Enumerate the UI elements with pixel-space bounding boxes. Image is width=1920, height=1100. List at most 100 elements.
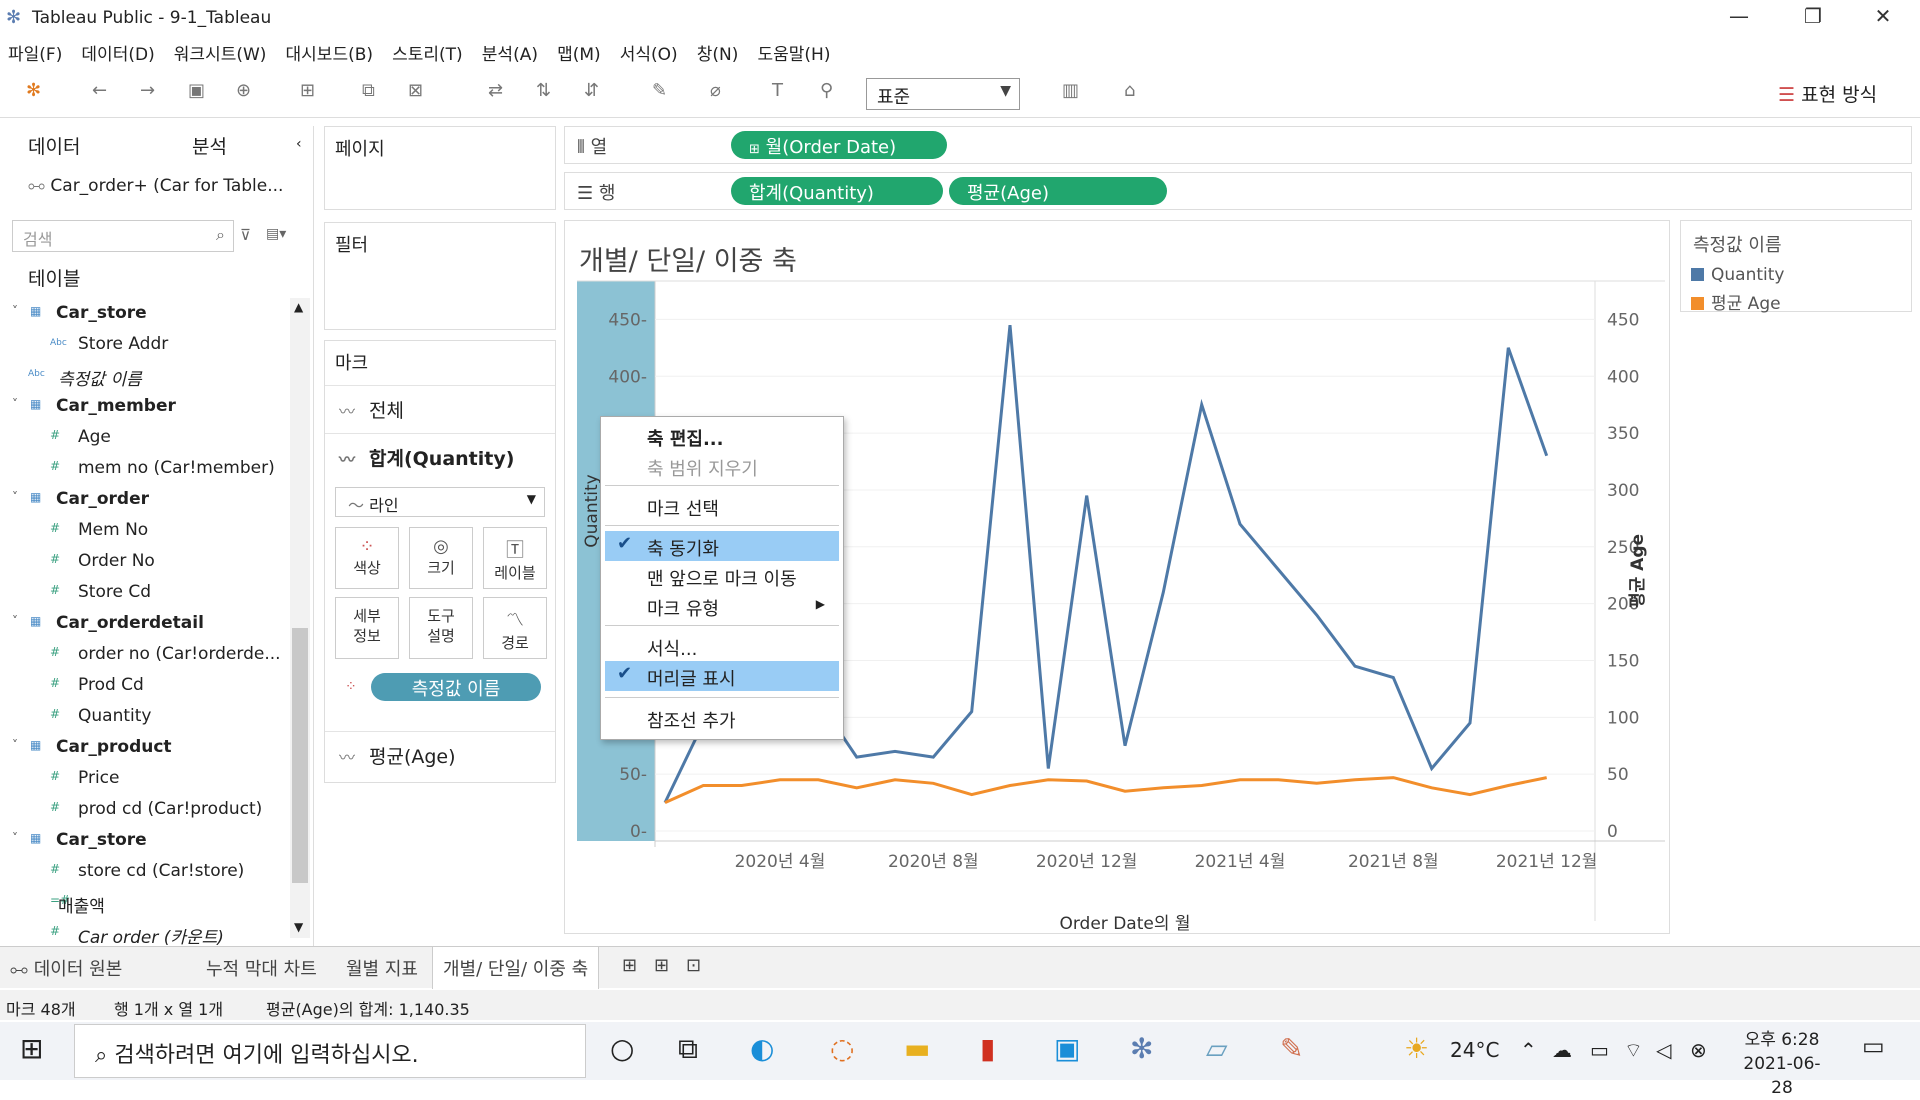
chevron-up-icon[interactable]: ⌃ [1520, 1038, 1537, 1062]
highlight-icon[interactable]: ✎ [652, 80, 667, 101]
fit-select[interactable]: 표준 ▼ [866, 78, 1020, 110]
label-button[interactable]: 🅃 레이블 [483, 527, 547, 589]
tab-datasource[interactable]: ⧟ 데이터 원본 [10, 955, 122, 981]
menu-item-synchronize-axis[interactable]: ✔ 축 동기화 [605, 531, 839, 561]
new-dashboard-tab-icon[interactable]: ⊞ [654, 955, 669, 976]
swap-icon[interactable]: ⇄ [488, 80, 503, 101]
filters-shelf[interactable]: 필터 [324, 222, 556, 330]
sort-asc-icon[interactable]: ⇅ [536, 80, 551, 101]
filter-icon[interactable]: ⊽ [240, 226, 251, 244]
view-options-icon[interactable]: ▤▾ [266, 226, 286, 242]
mute-icon[interactable]: ⊗ [1690, 1038, 1707, 1062]
columns-shelf[interactable]: ⦀ 열 ⊞ 월(Order Date) [564, 126, 1912, 164]
tab-data[interactable]: 데이터 [28, 132, 80, 159]
present-mode-icon[interactable]: ⌂ [1124, 80, 1135, 101]
tableau-home-icon[interactable]: ✻ [26, 80, 41, 101]
chevron-down-icon[interactable]: ˅ [12, 397, 18, 411]
datasource-item[interactable]: ⧟ Car_order+ (Car for Table... [28, 176, 298, 196]
size-button[interactable]: ◎ 크기 [409, 527, 473, 589]
label-icon[interactable]: T [772, 80, 783, 101]
field-item[interactable]: =# 매출액 [0, 887, 290, 918]
tableau-taskbar-icon[interactable]: ✻ [1130, 1032, 1153, 1065]
field-item[interactable]: # prod cd (Car!product) [0, 794, 290, 825]
field-item[interactable]: # Store Cd [0, 577, 290, 608]
field-item[interactable]: # mem no (Car!member) [0, 453, 290, 484]
tooltip-button[interactable]: 도구 설명 [409, 597, 473, 659]
chevron-down-icon[interactable]: ˅ [12, 490, 18, 504]
volume-icon[interactable]: ◁ [1656, 1038, 1671, 1062]
menu-item-add-reference-line[interactable]: 참조선 추가 [605, 703, 839, 733]
scroll-down-icon[interactable]: ▼ [294, 920, 303, 934]
table-item[interactable]: ˅ ▦ Car_member [0, 391, 290, 422]
field-item[interactable]: # Quantity [0, 701, 290, 732]
task-view-circle-icon[interactable]: ○ [610, 1032, 634, 1065]
menu-help[interactable]: 도움말(H) [750, 36, 831, 65]
tab-sheet-stacked-bar[interactable]: 누적 막대 차트 [206, 955, 317, 981]
new-worksheet-tab-icon[interactable]: ⊞ [622, 955, 637, 976]
close-button[interactable]: ✕ [1860, 4, 1906, 30]
clear-sheet-icon[interactable]: ⊠ [408, 80, 423, 101]
scroll-up-icon[interactable]: ▲ [294, 300, 303, 314]
path-button[interactable]: 〽 경로 [483, 597, 547, 659]
new-worksheet-icon[interactable]: ⊞ [300, 80, 315, 101]
menu-item-format[interactable]: 서식... [605, 631, 839, 661]
field-item[interactable]: # Age [0, 422, 290, 453]
menu-item-move-marks-front[interactable]: 맨 앞으로 마크 이동 [605, 561, 839, 591]
columns-pill-order-date[interactable]: ⊞ 월(Order Date) [731, 131, 947, 159]
measure-names-pill[interactable]: 측정값 이름 [371, 673, 541, 701]
scroll-thumb[interactable] [292, 628, 308, 883]
menu-file[interactable]: 파일(F) [0, 36, 62, 65]
show-me-button[interactable]: ☰ 표현 방식 [1778, 80, 1877, 107]
chevron-down-icon[interactable]: ˅ [12, 614, 18, 628]
field-item[interactable]: # order no (Car!orderde... [0, 639, 290, 670]
pages-shelf[interactable]: 페이지 [324, 126, 556, 210]
color-button[interactable]: ⁘ 색상 [335, 527, 399, 589]
table-item[interactable]: ˅ ▦ Car_store [0, 298, 290, 329]
menu-format[interactable]: 서식(O) [612, 36, 678, 65]
field-item[interactable]: # Mem No [0, 515, 290, 546]
edge-icon[interactable]: ◐ [750, 1032, 774, 1065]
battery-icon[interactable]: ▭ [1590, 1038, 1609, 1062]
field-item[interactable]: # Prod Cd [0, 670, 290, 701]
mark-type-select[interactable]: 〜 라인 ▼ [335, 487, 545, 517]
menu-window[interactable]: 창(N) [689, 36, 739, 65]
marks-quantity-tab[interactable]: 〰 합계(Quantity) [325, 433, 555, 479]
menu-item-clear-axis-range[interactable]: 축 범위 지우기 [605, 451, 839, 481]
rows-pill-quantity[interactable]: 합계(Quantity) [731, 177, 943, 205]
tab-sheet-dual-axis[interactable]: 개별/ 단일/ 이중 축 [432, 947, 600, 989]
menu-story[interactable]: 스토리(T) [384, 36, 463, 65]
menu-analysis[interactable]: 분석(A) [474, 36, 538, 65]
menu-item-edit-axis[interactable]: 축 편집... [605, 421, 839, 451]
menu-dashboard[interactable]: 대시보드(B) [278, 36, 374, 65]
menu-item-select-marks[interactable]: 마크 선택 [605, 491, 839, 521]
tab-sheet-monthly[interactable]: 월별 지표 [346, 955, 418, 981]
table-item[interactable]: ˅ ▦ Car_orderdetail [0, 608, 290, 639]
series-line-age[interactable] [664, 776, 1548, 804]
menu-item-mark-type[interactable]: 마크 유형 ▶ [605, 591, 839, 621]
field-item[interactable]: # Price [0, 763, 290, 794]
new-datasource-icon[interactable]: ⊕ [236, 80, 251, 101]
duplicate-icon[interactable]: ⧉ [362, 80, 375, 101]
legend-item-age[interactable]: 평균 Age [1691, 289, 1781, 314]
app-icon[interactable]: ◌ [830, 1032, 854, 1065]
tab-analysis[interactable]: 분석 [192, 132, 227, 159]
presentation-icon[interactable]: ▥ [1062, 80, 1079, 101]
notebook-icon[interactable]: ▱ [1206, 1032, 1228, 1065]
save-icon[interactable]: ▣ [188, 80, 205, 101]
undo-icon[interactable]: ← [92, 80, 107, 101]
rows-pill-age[interactable]: 평균(Age) [949, 177, 1167, 205]
task-view-icon[interactable]: ⧉ [678, 1032, 698, 1066]
table-item[interactable]: ˅ ▦ Car_product [0, 732, 290, 763]
menu-map[interactable]: 맵(M) [549, 36, 601, 65]
menu-item-show-header[interactable]: ✔ 머리글 표시 [605, 661, 839, 691]
new-story-tab-icon[interactable]: ⊡ [686, 955, 701, 976]
group-icon[interactable]: ⌀ [710, 80, 721, 101]
chevron-down-icon[interactable]: ˅ [12, 831, 18, 845]
minimize-button[interactable]: — [1716, 4, 1762, 30]
maximize-button[interactable]: ❐ [1790, 4, 1836, 30]
rows-shelf[interactable]: ☰ 행 합계(Quantity) 평균(Age) [564, 172, 1912, 210]
field-item[interactable]: Abc Store Addr [0, 329, 290, 360]
marks-age-tab[interactable]: 〰 평균(Age) [325, 731, 555, 777]
detail-button[interactable]: 세부 정보 [335, 597, 399, 659]
collapse-pane-icon[interactable]: ‹ [296, 136, 302, 152]
